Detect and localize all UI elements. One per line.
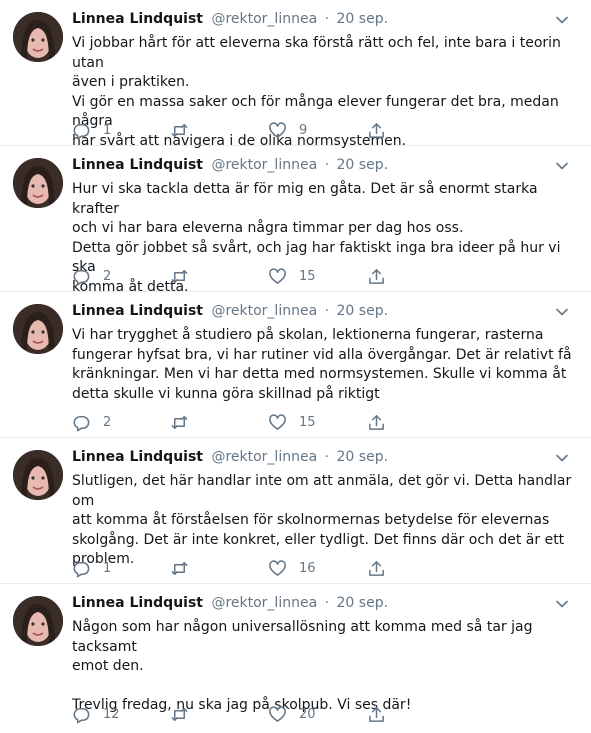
retweet-icon bbox=[171, 269, 188, 283]
tweet-date[interactable]: 20 sep. bbox=[337, 595, 389, 611]
reply-button[interactable]: 1 bbox=[72, 557, 111, 579]
retweet-button[interactable] bbox=[170, 119, 201, 141]
avatar[interactable] bbox=[13, 596, 63, 646]
separator: · bbox=[324, 595, 330, 611]
share-button[interactable] bbox=[367, 703, 386, 725]
share-button[interactable] bbox=[367, 411, 386, 433]
like-icon bbox=[269, 705, 286, 722]
tweet-header: Linnea Lindquist @rektor_linnea · 20 sep… bbox=[72, 11, 581, 31]
reply-count: 1 bbox=[103, 560, 112, 576]
author-name[interactable]: Linnea Lindquist bbox=[72, 157, 203, 173]
author-handle[interactable]: @rektor_linnea bbox=[211, 157, 317, 173]
chevron-down-icon[interactable] bbox=[555, 13, 569, 27]
avatar[interactable] bbox=[13, 158, 63, 208]
like-button[interactable]: 15 bbox=[268, 265, 316, 287]
retweet-icon bbox=[171, 707, 188, 721]
like-icon bbox=[269, 559, 286, 576]
reply-button[interactable]: 2 bbox=[72, 411, 111, 433]
retweet-button[interactable] bbox=[170, 703, 201, 725]
like-button[interactable]: 15 bbox=[268, 411, 316, 433]
tweet-header: Linnea Lindquist @rektor_linnea · 20 sep… bbox=[72, 449, 581, 469]
like-button[interactable]: 16 bbox=[268, 557, 316, 579]
retweet-button[interactable] bbox=[170, 265, 201, 287]
author-name[interactable]: Linnea Lindquist bbox=[72, 449, 203, 465]
tweet-header: Linnea Lindquist @rektor_linnea · 20 sep… bbox=[72, 595, 581, 615]
avatar[interactable] bbox=[13, 12, 63, 62]
tweet-actions: 1 9 bbox=[72, 119, 572, 141]
author-handle[interactable]: @rektor_linnea bbox=[211, 303, 317, 319]
retweet-icon bbox=[171, 123, 188, 137]
like-count: 15 bbox=[299, 414, 316, 430]
like-icon bbox=[269, 413, 286, 430]
avatar[interactable] bbox=[13, 450, 63, 500]
retweet-button[interactable] bbox=[170, 411, 201, 433]
reply-count: 12 bbox=[103, 706, 120, 722]
share-icon bbox=[369, 122, 384, 138]
tweet-header: Linnea Lindquist @rektor_linnea · 20 sep… bbox=[72, 157, 581, 177]
reply-count: 2 bbox=[103, 268, 112, 284]
reply-count: 1 bbox=[103, 122, 112, 138]
tweet-date[interactable]: 20 sep. bbox=[337, 449, 389, 465]
tweet-date[interactable]: 20 sep. bbox=[337, 157, 389, 173]
separator: · bbox=[324, 157, 330, 173]
chevron-down-icon[interactable] bbox=[555, 597, 569, 611]
reply-icon bbox=[73, 415, 90, 431]
author-name[interactable]: Linnea Lindquist bbox=[72, 595, 203, 611]
share-icon bbox=[369, 414, 384, 430]
like-icon bbox=[269, 267, 286, 284]
reply-icon bbox=[73, 269, 90, 285]
chevron-down-icon[interactable] bbox=[555, 305, 569, 319]
reply-icon bbox=[73, 707, 90, 723]
separator: · bbox=[324, 449, 330, 465]
reply-count: 2 bbox=[103, 414, 112, 430]
share-button[interactable] bbox=[367, 119, 386, 141]
tweet-date[interactable]: 20 sep. bbox=[337, 11, 389, 27]
reply-button[interactable]: 1 bbox=[72, 119, 111, 141]
tweet-text: Vi har trygghet å studiero på skolan, le… bbox=[72, 327, 572, 402]
separator: · bbox=[324, 11, 330, 27]
tweet-thread: Linnea Lindquist @rektor_linnea · 20 sep… bbox=[0, 0, 591, 733]
author-name[interactable]: Linnea Lindquist bbox=[72, 11, 203, 27]
avatar[interactable] bbox=[13, 304, 63, 354]
separator: · bbox=[324, 303, 330, 319]
like-count: 9 bbox=[299, 122, 308, 138]
like-icon bbox=[269, 121, 286, 138]
share-button[interactable] bbox=[367, 265, 386, 287]
reply-button[interactable]: 12 bbox=[72, 703, 120, 725]
like-count: 16 bbox=[299, 560, 316, 576]
like-button[interactable]: 20 bbox=[268, 703, 316, 725]
reply-icon bbox=[73, 123, 90, 139]
author-handle[interactable]: @rektor_linnea bbox=[211, 595, 317, 611]
chevron-down-icon[interactable] bbox=[555, 451, 569, 465]
tweet[interactable]: Linnea Lindquist @rektor_linnea · 20 sep… bbox=[0, 0, 591, 149]
tweet-date[interactable]: 20 sep. bbox=[337, 303, 389, 319]
retweet-icon bbox=[171, 561, 188, 575]
retweet-icon bbox=[171, 415, 188, 429]
tweet-actions: 2 15 bbox=[72, 411, 572, 433]
tweet[interactable]: Linnea Lindquist @rektor_linnea · 20 sep… bbox=[0, 292, 591, 438]
share-icon bbox=[369, 268, 384, 284]
author-handle[interactable]: @rektor_linnea bbox=[211, 449, 317, 465]
share-button[interactable] bbox=[367, 557, 386, 579]
tweet-text: Slutligen, det här handlar inte om att a… bbox=[72, 473, 572, 567]
tweet-actions: 12 20 bbox=[72, 703, 572, 725]
share-icon bbox=[369, 560, 384, 576]
reply-icon bbox=[73, 561, 90, 577]
author-handle[interactable]: @rektor_linnea bbox=[211, 11, 317, 27]
tweet-actions: 1 16 bbox=[72, 557, 572, 579]
tweet-header: Linnea Lindquist @rektor_linnea · 20 sep… bbox=[72, 303, 581, 323]
like-count: 15 bbox=[299, 268, 316, 284]
retweet-button[interactable] bbox=[170, 557, 201, 579]
reply-button[interactable]: 2 bbox=[72, 265, 111, 287]
author-name[interactable]: Linnea Lindquist bbox=[72, 303, 203, 319]
tweet[interactable]: Linnea Lindquist @rektor_linnea · 20 sep… bbox=[0, 438, 591, 584]
like-count: 20 bbox=[299, 706, 316, 722]
chevron-down-icon[interactable] bbox=[555, 159, 569, 173]
tweet[interactable]: Linnea Lindquist @rektor_linnea · 20 sep… bbox=[0, 584, 591, 733]
like-button[interactable]: 9 bbox=[268, 119, 307, 141]
tweet[interactable]: Linnea Lindquist @rektor_linnea · 20 sep… bbox=[0, 146, 591, 295]
tweet-actions: 2 15 bbox=[72, 265, 572, 287]
tweet-text: Någon som har någon universallösning att… bbox=[72, 619, 533, 713]
share-icon bbox=[369, 706, 384, 722]
